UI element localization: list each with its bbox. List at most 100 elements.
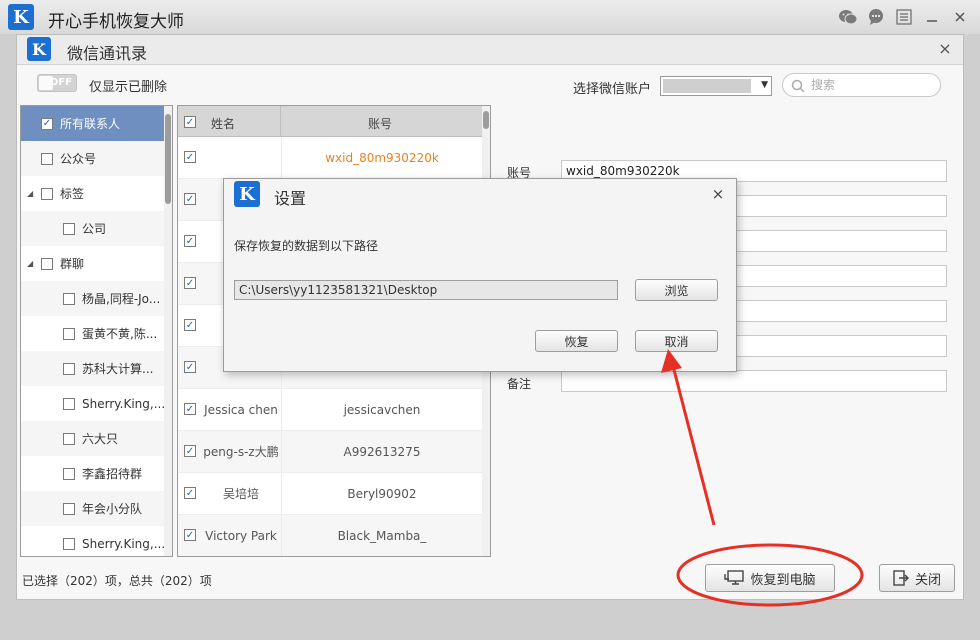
toggle-state: OFF [49,77,72,88]
exit-icon [893,570,909,586]
close-icon[interactable] [948,5,972,29]
app-logo: K [8,4,34,30]
contact-name: peng-s-z大鹏 [203,445,279,459]
contact-row[interactable]: ✓ peng-s-z大鹏 A992613275 [178,431,482,473]
tree-item[interactable]: 公众号 [21,141,165,176]
tree-item[interactable]: 公司 [21,211,165,246]
expand-arrow-icon[interactable]: ◢ [27,189,35,198]
tree-item-label: 蛋黄不黄,陈... [82,327,158,341]
list-scroll-thumb[interactable] [483,111,489,129]
tree-item-checkbox[interactable] [63,362,75,375]
dialog-logo: K [234,181,260,207]
contact-row-checkbox[interactable]: ✓ [184,277,196,289]
tree-item-checkbox[interactable] [63,467,75,480]
window-close-icon[interactable]: × [935,39,955,59]
dialog-prompt: 保存恢复的数据到以下路径 [234,239,379,253]
tree-item[interactable]: 杨晶,同程-Jo... [21,281,165,316]
minimize-icon[interactable] [920,5,944,29]
tree-item-checkbox[interactable] [41,152,53,165]
window-title: 微信通讯录 [67,44,148,63]
contact-row-checkbox[interactable]: ✓ [184,361,196,373]
tree-item-label: 群聊 [60,257,85,271]
column-header-account[interactable]: 账号 [368,115,392,132]
dialog-close-icon[interactable]: × [708,184,728,204]
browse-button[interactable]: 浏览 [635,279,718,301]
account-select-label: 选择微信账户 [573,82,652,97]
tree-item-checkbox[interactable] [41,257,53,270]
detail-note-label: 备注 [507,377,532,391]
close-label: 关闭 [914,572,941,588]
contact-row-checkbox[interactable]: ✓ [184,235,196,247]
contact-account: A992613275 [281,431,482,473]
contact-account: Beryl90902 [281,473,482,515]
wechat-icon[interactable] [836,5,860,29]
tree-item-checkbox[interactable] [63,432,75,445]
tree-item[interactable]: 李鑫招待群 [21,456,165,491]
contact-name: 吴培培 [222,487,259,501]
save-path-field[interactable]: C:\Users\yy1123581321\Desktop [234,280,618,300]
contact-row-checkbox[interactable]: ✓ [184,529,196,541]
close-button[interactable]: 关闭 [879,564,955,592]
contact-row-checkbox[interactable]: ✓ [184,319,196,331]
tree-item-label: 六大只 [82,432,119,446]
tree-item-label: 公众号 [60,152,97,166]
tree-item-checkbox[interactable] [63,327,75,340]
tree-item-checkbox[interactable] [63,502,75,515]
contact-row-checkbox[interactable]: ✓ [184,487,196,499]
column-header-name[interactable]: 姓名 [211,115,235,132]
tree-item[interactable]: 苏科大计算... [21,351,165,386]
account-select[interactable]: ▼ [660,76,772,96]
deleted-only-label: 仅显示已删除 [89,80,168,95]
menu-icon[interactable] [892,5,916,29]
tree-item-checkbox[interactable] [63,537,75,550]
tree-item-checkbox[interactable] [63,292,75,305]
deleted-only-toggle[interactable]: OFF [37,74,77,92]
dialog-restore-button[interactable]: 恢复 [535,330,618,352]
contact-row-checkbox[interactable]: ✓ [184,193,196,205]
app-titlebar: K 开心手机恢复大师 [0,0,980,34]
contact-row[interactable]: ✓ Victory Park Black_Mamba_ [178,515,482,556]
search-box[interactable] [782,73,941,97]
select-all-checkbox[interactable]: ✓ [184,116,196,128]
app-title: 开心手机恢复大师 [48,12,184,32]
tree-scrollbar[interactable] [164,106,172,556]
contact-row-checkbox[interactable]: ✓ [184,151,196,163]
tree-item[interactable]: ✓ 所有联系人 [21,106,165,141]
contact-name: Jessica chen [204,403,278,417]
tree-item-label: 公司 [82,222,107,236]
tree-item-label: Sherry.King,... [82,536,165,551]
tree-item-checkbox[interactable] [41,187,53,200]
restore-to-pc-label: 恢复到电脑 [750,572,816,588]
dropdown-arrow-icon: ▼ [761,80,768,90]
tree-item[interactable]: ◢ 群聊 [21,246,165,281]
tree-item[interactable]: Sherry.King,... [21,386,165,421]
tree-scroll-thumb[interactable] [165,114,171,204]
restore-to-pc-button[interactable]: 恢复到电脑 [705,564,835,592]
contact-row[interactable]: ✓ wxid_80m930220k [178,137,482,179]
expand-arrow-icon[interactable]: ◢ [27,259,35,268]
contact-row[interactable]: ✓ Jessica chen jessicavchen [178,389,482,431]
detail-note-field[interactable] [561,370,947,392]
contact-row-checkbox[interactable]: ✓ [184,445,196,457]
tree-item[interactable]: 年会小分队 [21,491,165,526]
contact-name: Victory Park [205,529,277,543]
tree-item-checkbox[interactable] [63,222,75,235]
search-input[interactable] [811,77,931,93]
search-icon [791,79,805,93]
tree-item[interactable]: 六大只 [21,421,165,456]
tree-item-checkbox[interactable]: ✓ [41,117,53,130]
tree-item-label: 所有联系人 [60,117,121,131]
dialog-cancel-button[interactable]: 取消 [635,330,718,352]
tree-item[interactable]: ◢ 标签 [21,176,165,211]
chat-bubble-icon[interactable] [864,5,888,29]
tree-item[interactable]: 蛋黄不黄,陈... [21,316,165,351]
window-logo: K [27,37,51,61]
tree-item[interactable]: Sherry.King,... [21,526,165,556]
tree-item-label: 年会小分队 [82,502,143,516]
tree-item-checkbox[interactable] [63,397,75,410]
contact-row[interactable]: ✓ 吴培培 Beryl90902 [178,473,482,515]
contact-account: jessicavchen [281,389,482,431]
tree-item-label: 标签 [60,187,85,201]
contact-row-checkbox[interactable]: ✓ [184,403,196,415]
category-tree: ✓ 所有联系人公众号 ◢ 标签公司 ◢ 群聊杨晶,同程-Jo... 蛋黄不黄,陈... 苏科大… [20,105,173,557]
